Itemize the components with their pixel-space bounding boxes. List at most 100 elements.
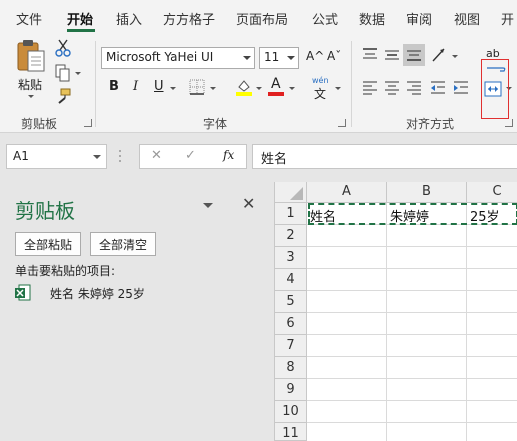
close-icon[interactable]: ✕ [242, 194, 255, 213]
grid-cell[interactable] [307, 335, 387, 357]
grid-cell[interactable] [307, 401, 387, 423]
row-header[interactable]: 3 [275, 247, 307, 269]
grid-cell[interactable] [467, 401, 517, 423]
decrease-indent-button[interactable] [429, 79, 447, 100]
grow-font-button[interactable]: A^ [306, 49, 324, 63]
copy-dropdown-icon[interactable] [75, 72, 81, 75]
alignment-launcher-icon[interactable] [505, 119, 513, 127]
tab-formulas[interactable]: 公式 [312, 9, 338, 28]
grid-cell[interactable] [307, 247, 387, 269]
grid-cell[interactable] [387, 313, 467, 335]
row-header[interactable]: 2 [275, 225, 307, 247]
grid-cell[interactable] [387, 291, 467, 313]
name-box[interactable]: A1 [6, 144, 107, 169]
tab-home[interactable]: 开始 [67, 9, 93, 28]
enter-button[interactable]: ✓ [185, 148, 196, 163]
grid-cell[interactable] [307, 313, 387, 335]
grid-cell[interactable] [307, 225, 387, 247]
column-header-a[interactable]: A [307, 182, 387, 203]
grid-cell[interactable] [467, 247, 517, 269]
pane-options-icon[interactable] [203, 203, 213, 208]
grid-cell[interactable] [467, 379, 517, 401]
grid-cell[interactable] [307, 291, 387, 313]
cut-button[interactable] [55, 39, 71, 60]
paste-label[interactable]: 粘贴 [18, 76, 42, 93]
orientation-dropdown-icon[interactable] [452, 55, 458, 58]
tab-fangfang[interactable]: 方方格子 [163, 9, 215, 28]
paste-all-button[interactable]: 全部粘贴 [15, 232, 81, 256]
grid-cell[interactable] [467, 291, 517, 313]
middle-align-button[interactable] [383, 46, 401, 67]
font-name-select[interactable]: Microsoft YaHei UI [101, 47, 255, 69]
tab-data[interactable]: 数据 [359, 9, 385, 28]
fill-color-dropdown-icon[interactable] [256, 87, 262, 90]
top-align-button[interactable] [361, 46, 379, 67]
grid-cell[interactable] [387, 269, 467, 291]
grid-cell[interactable] [307, 269, 387, 291]
row-header[interactable]: 8 [275, 357, 307, 379]
paste-button[interactable] [15, 39, 47, 78]
shrink-font-button[interactable]: Aˇ [327, 49, 341, 63]
grid-cell[interactable] [467, 225, 517, 247]
row-header[interactable]: 9 [275, 379, 307, 401]
copy-button[interactable] [55, 64, 71, 85]
font-color-button[interactable]: A [267, 76, 285, 96]
grid-cell[interactable] [387, 225, 467, 247]
borders-dropdown-icon[interactable] [210, 87, 216, 90]
row-header[interactable]: 6 [275, 313, 307, 335]
cancel-button[interactable]: ✕ [151, 148, 162, 163]
bold-button[interactable]: B [109, 79, 119, 94]
tab-insert[interactable]: 插入 [116, 9, 142, 28]
bottom-align-button[interactable] [403, 44, 425, 66]
grid-cell[interactable] [387, 423, 467, 441]
grid-cell[interactable] [387, 379, 467, 401]
borders-button[interactable] [189, 79, 205, 98]
grid-cell[interactable] [307, 423, 387, 441]
phonetic-dropdown-icon[interactable] [335, 87, 341, 90]
font-color-dropdown-icon[interactable] [289, 87, 295, 90]
insert-function-button[interactable]: fx [223, 148, 234, 162]
grid-cell[interactable] [387, 335, 467, 357]
align-left-button[interactable] [361, 79, 379, 100]
select-all-corner[interactable] [275, 182, 307, 203]
grid-cell[interactable] [467, 269, 517, 291]
grid-cell[interactable] [467, 313, 517, 335]
paste-dropdown-icon[interactable] [28, 95, 34, 98]
grid-cell[interactable] [387, 401, 467, 423]
tab-file[interactable]: 文件 [16, 9, 42, 28]
clipboard-launcher-icon[interactable] [84, 119, 92, 127]
formula-input[interactable]: 姓名 [252, 144, 517, 169]
underline-dropdown-icon[interactable] [170, 87, 176, 90]
clear-all-button[interactable]: 全部清空 [90, 232, 156, 256]
row-header[interactable]: 5 [275, 291, 307, 313]
grid-cell[interactable] [467, 335, 517, 357]
row-header[interactable]: 1 [275, 203, 307, 225]
orientation-button[interactable] [430, 45, 452, 68]
clipboard-item[interactable]: 姓名 朱婷婷 25岁 [15, 282, 255, 304]
font-launcher-icon[interactable] [338, 119, 346, 127]
align-right-button[interactable] [405, 79, 423, 100]
row-header[interactable]: 10 [275, 401, 307, 423]
tab-review[interactable]: 审阅 [406, 9, 432, 28]
grid-cell[interactable] [467, 357, 517, 379]
tab-page-layout[interactable]: 页面布局 [236, 9, 288, 28]
align-center-button[interactable] [383, 79, 401, 100]
format-painter-button[interactable] [55, 88, 71, 109]
font-size-select[interactable]: 11 [259, 47, 299, 69]
row-header[interactable]: 7 [275, 335, 307, 357]
phonetic-button[interactable]: wén 文 [311, 76, 331, 101]
tab-developer[interactable]: 开 [501, 9, 514, 28]
underline-button[interactable]: U [154, 79, 164, 94]
grid-cell[interactable] [387, 247, 467, 269]
row-header[interactable]: 11 [275, 423, 307, 441]
grid-cell[interactable] [307, 379, 387, 401]
grid-cell[interactable] [387, 357, 467, 379]
tab-view[interactable]: 视图 [454, 9, 480, 28]
grid-cell[interactable] [307, 357, 387, 379]
fill-color-button[interactable] [235, 78, 253, 99]
italic-button[interactable]: I [133, 79, 138, 94]
increase-indent-button[interactable] [452, 79, 470, 100]
column-header-b[interactable]: B [387, 182, 467, 203]
grid-cell[interactable] [467, 423, 517, 441]
row-header[interactable]: 4 [275, 269, 307, 291]
